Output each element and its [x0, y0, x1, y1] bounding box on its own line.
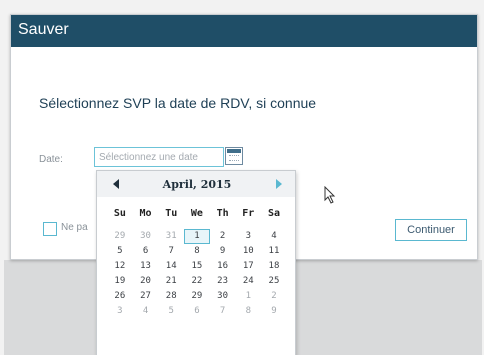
calendar-day[interactable]: 19	[107, 274, 133, 289]
calendar-day[interactable]: 2	[210, 229, 236, 244]
date-picker-popup: April, 2015 Su Mo Tu We Th Fr Sa 29 30 31 1 2 3 4 5 6 7…	[96, 170, 296, 355]
calendar-day[interactable]: 8	[184, 244, 210, 259]
calendar-day-selected[interactable]: 1	[184, 229, 210, 244]
calendar-day[interactable]: 4	[133, 304, 159, 319]
calendar-day[interactable]: 31	[158, 229, 184, 244]
calendar-day[interactable]: 25	[261, 274, 287, 289]
calendar-day[interactable]: 6	[133, 244, 159, 259]
weekday-label: Tu	[165, 208, 178, 219]
calendar-header: April, 2015	[97, 171, 295, 197]
calendar-day[interactable]: 10	[235, 244, 261, 259]
calendar-day[interactable]: 16	[210, 259, 236, 274]
calendar-day[interactable]: 23	[210, 274, 236, 289]
calendar-day[interactable]: 9	[210, 244, 236, 259]
calendar-day[interactable]: 14	[158, 259, 184, 274]
chevron-right-icon[interactable]	[273, 177, 285, 191]
weekday-header-row: Su Mo Tu We Th Fr Sa	[107, 208, 287, 219]
calendar-day[interactable]: 7	[158, 244, 184, 259]
date-label: Date:	[39, 154, 63, 165]
calendar-week-row: 29 30 31 1 2 3 4	[107, 229, 287, 244]
calendar-day[interactable]: 24	[235, 274, 261, 289]
unknown-date-checkbox[interactable]	[43, 222, 57, 236]
calendar-day[interactable]: 5	[107, 244, 133, 259]
calendar-day[interactable]: 8	[235, 304, 261, 319]
calendar-grid: 29 30 31 1 2 3 4 5 6 7 8 9 10 11 12 13 14 15 16 17 18 19 20 21 2…	[107, 229, 287, 319]
calendar-day[interactable]: 12	[107, 259, 133, 274]
calendar-day[interactable]: 11	[261, 244, 287, 259]
calendar-day[interactable]: 29	[184, 289, 210, 304]
weekday-label: We	[190, 208, 203, 219]
calendar-week-row: 26 27 28 29 30 1 2	[107, 289, 287, 304]
calendar-day[interactable]: 30	[210, 289, 236, 304]
calendar-day[interactable]: 28	[158, 289, 184, 304]
calendar-day[interactable]: 27	[133, 289, 159, 304]
weekday-label: Th	[216, 208, 229, 219]
calendar-day[interactable]: 21	[158, 274, 184, 289]
calendar-day[interactable]: 17	[235, 259, 261, 274]
weekday-label: Su	[113, 208, 126, 219]
calendar-day[interactable]: 5	[158, 304, 184, 319]
calendar-day[interactable]: 29	[107, 229, 133, 244]
calendar-day[interactable]: 6	[184, 304, 210, 319]
calendar-week-row: 19 20 21 22 23 24 25	[107, 274, 287, 289]
checkbox-label: Ne pa	[61, 222, 88, 233]
calendar-day[interactable]: 18	[261, 259, 287, 274]
dialog-title: Sauver	[18, 21, 69, 38]
chevron-left-icon[interactable]	[111, 177, 123, 191]
calendar-day[interactable]: 9	[261, 304, 287, 319]
mouse-pointer-icon	[324, 186, 336, 204]
calendar-month-label[interactable]: April, 2015	[127, 178, 267, 191]
calendar-day[interactable]: 4	[261, 229, 287, 244]
calendar-day[interactable]: 3	[235, 229, 261, 244]
calendar-day[interactable]: 15	[184, 259, 210, 274]
date-prompt: Sélectionnez SVP la date de RDV, si conn…	[39, 95, 317, 111]
calendar-week-row: 3456789	[107, 304, 287, 319]
weekday-label: Mo	[139, 208, 152, 219]
calendar-week-row: 12 13 14 15 16 17 18	[107, 259, 287, 274]
calendar-day[interactable]: 3	[107, 304, 133, 319]
dialog-titlebar: Sauver	[11, 15, 477, 47]
date-input[interactable]	[94, 147, 224, 167]
calendar-week-row: 5 6 7 8 9 10 11	[107, 244, 287, 259]
calendar-day[interactable]: 22	[184, 274, 210, 289]
calendar-icon-top	[227, 149, 241, 153]
calendar-day[interactable]: 20	[133, 274, 159, 289]
calendar-day[interactable]: 13	[133, 259, 159, 274]
calendar-day[interactable]: 2	[261, 289, 287, 304]
calendar-day[interactable]: 1	[235, 289, 261, 304]
calendar-icon[interactable]	[225, 147, 243, 165]
calendar-icon-body	[229, 155, 239, 161]
weekday-label: Fr	[242, 208, 255, 219]
weekday-label: Sa	[267, 208, 280, 219]
calendar-day[interactable]: 26	[107, 289, 133, 304]
calendar-day[interactable]: 30	[133, 229, 159, 244]
continue-button[interactable]: Continuer	[395, 219, 467, 241]
calendar-day[interactable]: 7	[210, 304, 236, 319]
